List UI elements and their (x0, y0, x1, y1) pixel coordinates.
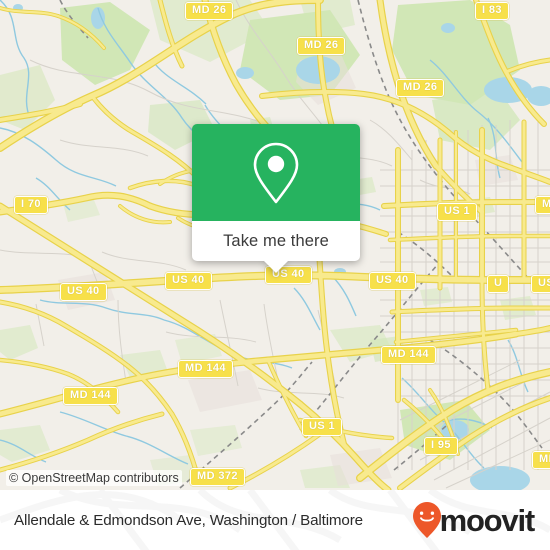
road-shield: US 1 (302, 418, 343, 436)
moovit-wordmark: moovit (439, 502, 536, 538)
osm-attribution[interactable]: © OpenStreetMap contributors (6, 470, 182, 486)
road-shield: MD 26 (297, 37, 346, 55)
card-cta-area[interactable]: Take me there (192, 221, 360, 261)
card-pointer-tail (263, 260, 289, 273)
road-shield: MD 144 (63, 387, 118, 405)
road-shield: US 40 (165, 272, 212, 290)
road-shield: MD (532, 451, 550, 469)
take-me-there-card[interactable]: Take me there (192, 124, 360, 273)
location-pin-icon (253, 142, 299, 203)
road-shield: MD 144 (178, 360, 233, 378)
moovit-pin-icon (412, 502, 441, 538)
road-shield: MD 372 (190, 468, 245, 486)
map-canvas[interactable]: MD 26 MD 26 MD 26 I 83 I 70 US 1 MD US 40 US 40 U… (0, 0, 550, 490)
road-shield: MD (535, 196, 550, 214)
footer-bar: Allendale & Edmondson Ave, Washington / … (0, 490, 550, 550)
place-name-label: Allendale & Edmondson Ave, Washington / … (14, 511, 363, 529)
road-shield: I 95 (424, 437, 458, 455)
road-shield: MD 26 (396, 79, 445, 97)
road-shield: I 70 (14, 196, 48, 214)
road-shield: I 83 (475, 2, 509, 20)
road-shield: MD 26 (185, 2, 234, 20)
road-shield: US (531, 275, 550, 293)
card-pin-area (192, 124, 360, 221)
take-me-there-label: Take me there (223, 231, 329, 250)
road-shield: US 1 (437, 203, 478, 221)
road-shield: US 40 (60, 283, 107, 301)
moovit-logo[interactable]: moovit (412, 501, 536, 539)
road-shield: US 40 (369, 272, 416, 290)
road-shield: U (487, 275, 510, 293)
road-shield: MD 144 (381, 346, 436, 364)
